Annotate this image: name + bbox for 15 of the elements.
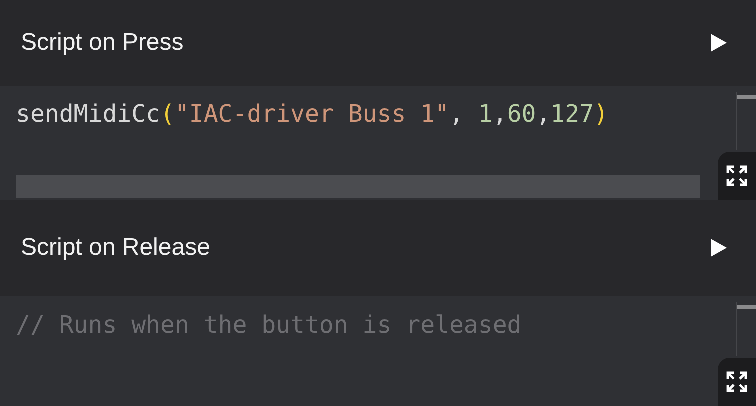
- expand-button[interactable]: [718, 152, 756, 200]
- code-line: // Runs when the button is released: [16, 310, 522, 341]
- section-title: Script on Press: [21, 29, 184, 57]
- vertical-scrollbar[interactable]: [736, 92, 756, 150]
- expand-button[interactable]: [718, 358, 756, 406]
- run-button[interactable]: [710, 238, 728, 258]
- vertical-scrollbar[interactable]: [736, 302, 756, 356]
- expand-icon: [726, 165, 748, 187]
- play-icon: [710, 238, 728, 258]
- expand-icon: [726, 371, 748, 393]
- run-button[interactable]: [710, 33, 728, 53]
- code-line: sendMidiCc("IAC-driver Buss 1", 1,60,127): [16, 99, 608, 130]
- horizontal-scrollbar[interactable]: [16, 175, 700, 198]
- section-title: Script on Release: [21, 234, 210, 262]
- play-icon: [710, 33, 728, 53]
